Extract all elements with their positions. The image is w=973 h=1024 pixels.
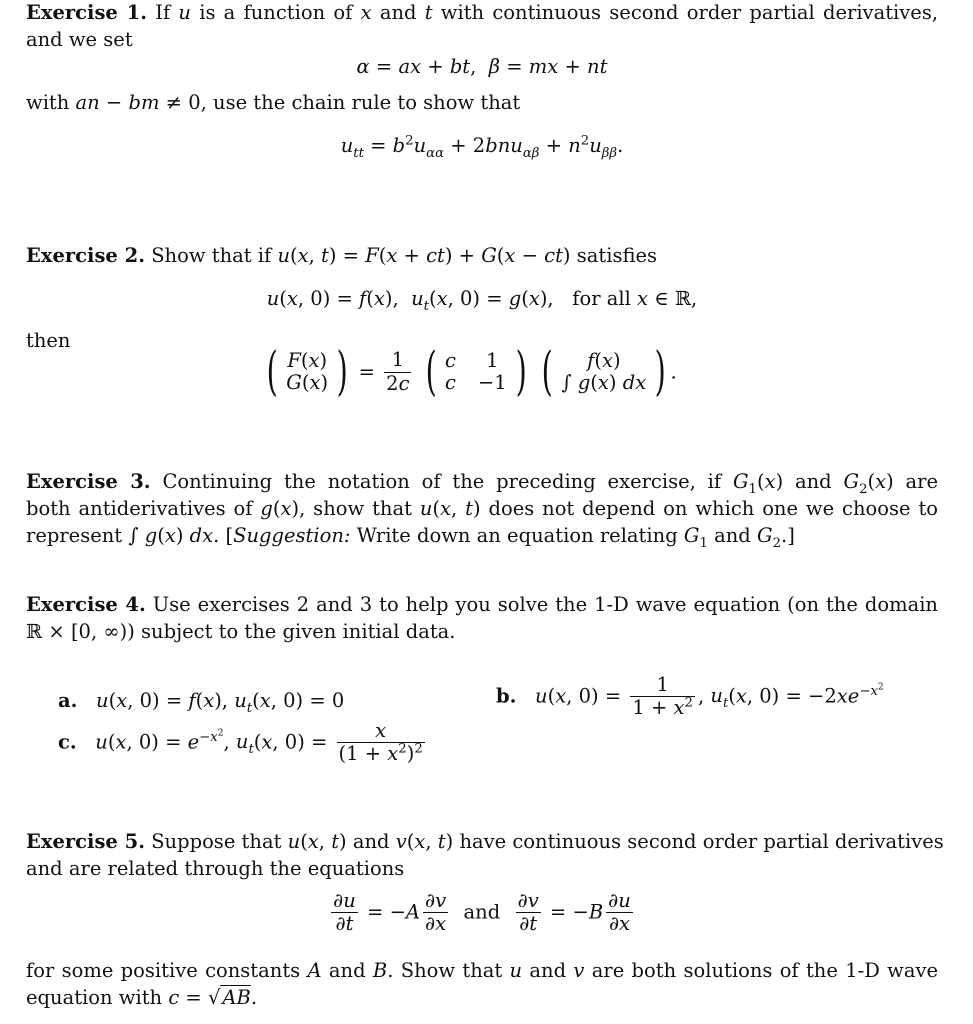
exercise-5-line-4: equation with c = √ AB.: [26, 985, 258, 1009]
exercise-5-equation: ∂u ∂t = −A ∂v ∂x and ∂v ∂t = −B ∂u ∂x: [331, 889, 633, 936]
exercise-4-part-b: b. u(x, 0) = 11 + x2, ut(x, 0) = −2xe−x2: [496, 673, 884, 720]
exercise-1-equation-1: α = ax + bt, β = mx + nt: [356, 55, 608, 78]
exercise-1-equation-2: utt = b2uαα + 2bnuαβ + n2uββ.: [340, 133, 624, 161]
exercise-5-label: Exercise 5.: [26, 830, 145, 853]
exercise-3-line-3: represent ∫ g(x) dx. [Suggestion: Write …: [26, 524, 795, 551]
exercise-4-part-a: a. u(x, 0) = f(x), ut(x, 0) = 0: [58, 689, 345, 716]
exercise-2-line-1: Exercise 2. Show that if u(x, t) = F(x +…: [26, 244, 658, 267]
exercise-3-line-2: both antiderivatives of g(x), show that …: [26, 497, 939, 520]
exercise-2-matrix-equation: (F(x) G(x)) = 1 2c (c 1 c −1) (f(x) ∫ g(x) dx)…: [266, 342, 677, 402]
exercise-5-line-3: for some positive constants A and B. Sho…: [26, 959, 939, 982]
exercise-3-line-1: Exercise 3. Continuing the notation of t…: [26, 470, 939, 497]
exercise-2-label: Exercise 2.: [26, 244, 145, 267]
exercise-1-line-2: and we set: [26, 28, 133, 51]
exercise-5-line-1: Exercise 5. Suppose that u(x, t) and v(x…: [26, 830, 944, 853]
exercise-1-line-3: with an − bm ≠ 0, use the chain rule to …: [26, 91, 521, 114]
exercise-1-label: Exercise 1.: [26, 1, 148, 24]
exercise-4-line-1: Exercise 4. Use exercises 2 and 3 to hel…: [26, 593, 938, 616]
exercise-2-equation-1: u(x, 0) = f(x), ut(x, 0) = g(x), for all…: [266, 287, 698, 314]
exercise-1-line-1: Exercise 1. If u is a function of x and …: [26, 1, 939, 24]
exercise-4-line-2: ℝ × [0, ∞)) subject to the given initial…: [26, 620, 456, 643]
exercise-3-label: Exercise 3.: [26, 470, 151, 493]
exercise-4-label: Exercise 4.: [26, 593, 146, 616]
exercise-2-then: then: [26, 329, 71, 352]
exercise-4-part-c: c. u(x, 0) = e−x2, ut(x, 0) = x (1 + x2)2: [58, 719, 425, 766]
exercise-5-line-2: and are related through the equations: [26, 857, 405, 880]
